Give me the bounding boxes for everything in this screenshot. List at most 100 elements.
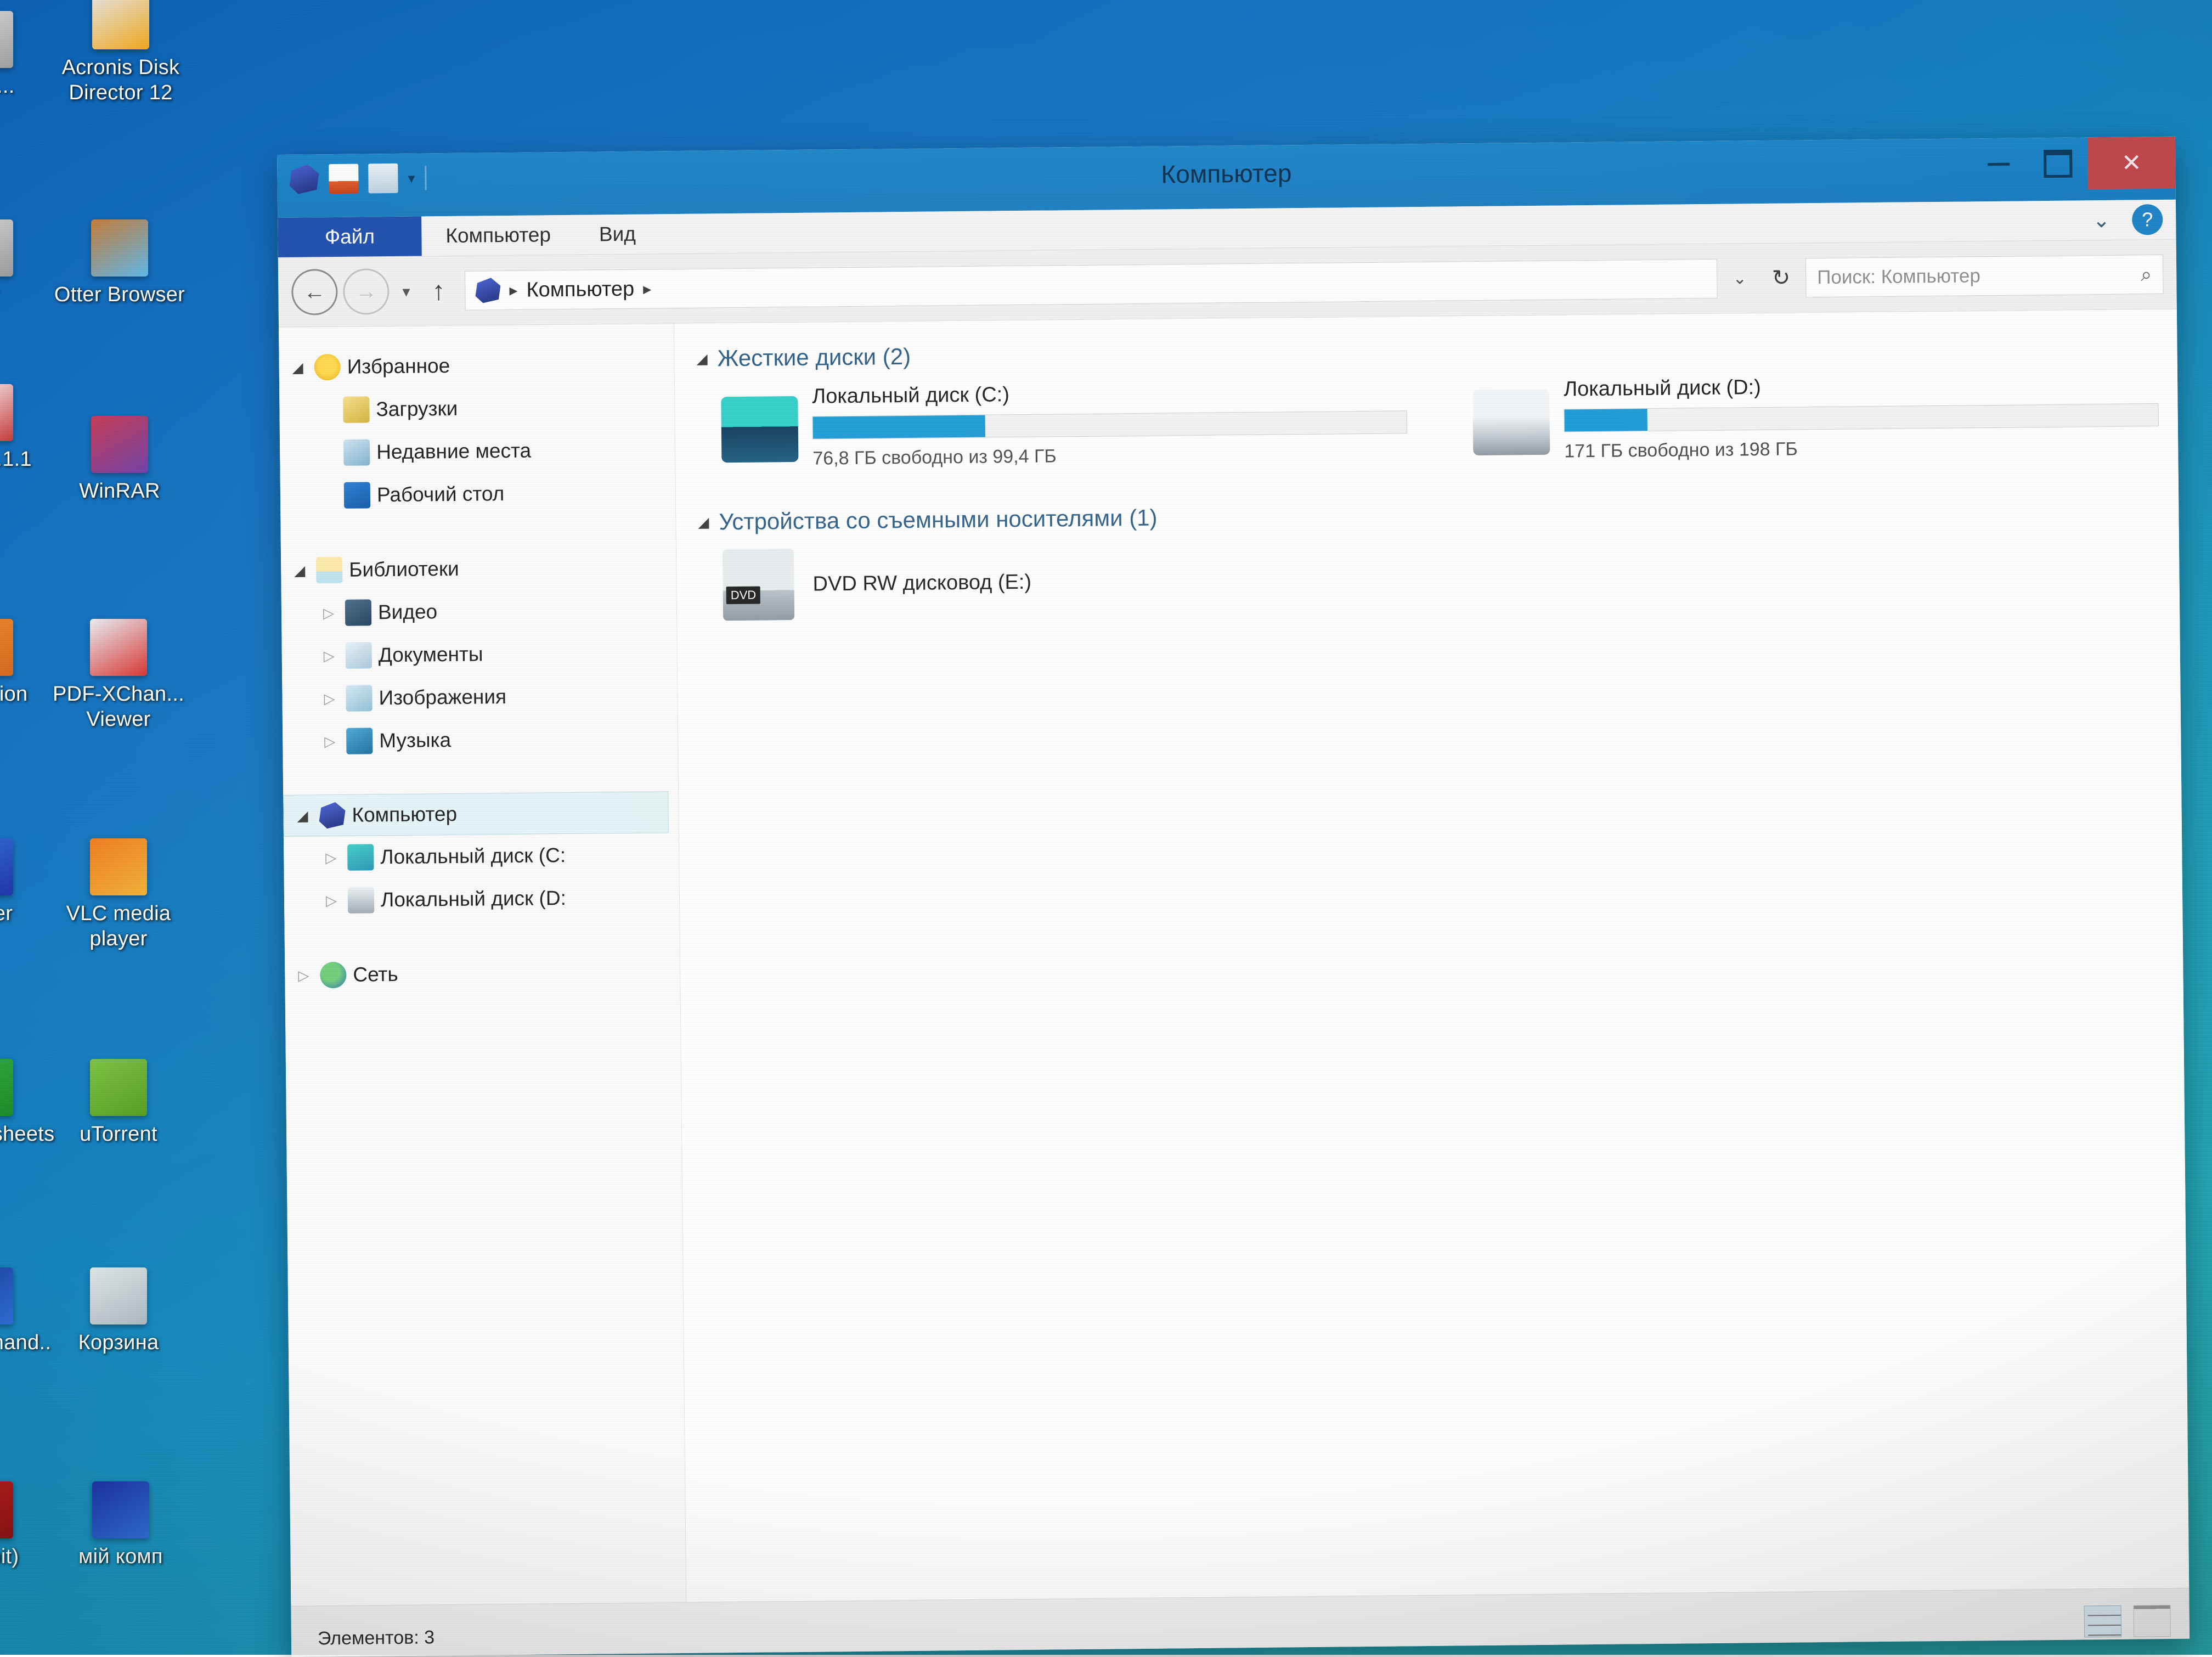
desktop-icon[interactable]: PS tation	[0, 619, 67, 707]
chevron-right-icon[interactable]: ▷	[319, 647, 339, 664]
back-button[interactable]: ←	[291, 269, 338, 315]
network-icon	[320, 962, 346, 988]
recent-locations-dropdown[interactable]: ▾	[394, 282, 417, 300]
sidebar-item-label: Документы	[379, 642, 483, 667]
chevron-right-icon[interactable]: ▷	[319, 690, 339, 707]
search-input[interactable]: Поиск: Компьютер ⌕	[1805, 255, 2164, 297]
video-library-icon	[345, 599, 371, 625]
dvd-drive-icon: DVD	[723, 549, 794, 621]
drive-item[interactable]: Локальный диск (C:) 76,8 ГБ свободно из 9…	[721, 379, 1407, 470]
desktop-icon-label: WPS adsheets	[0, 1121, 67, 1147]
help-icon[interactable]: ?	[2132, 204, 2163, 235]
chevron-right-icon[interactable]: ▷	[320, 732, 340, 749]
drive-free-space: 76,8 ГБ свободно из 99,4 ГБ	[812, 442, 1407, 469]
group-heading-label: Жесткие диски (2)	[717, 343, 911, 371]
desktop-icon-label: Writer	[0, 901, 67, 926]
sidebar-item-music-library-icon[interactable]: ▷ Музыка	[283, 717, 678, 763]
chevron-down-icon[interactable]: ◢	[696, 350, 707, 367]
chevron-down-icon[interactable]: ◢	[292, 807, 312, 824]
close-button[interactable]: ✕	[2087, 137, 2176, 190]
chevron-right-icon[interactable]: ▷	[321, 849, 341, 866]
explorer-window[interactable]: ▾ Компьютер ✕ Файл Компьютер Вид ⌄ ? ← →…	[277, 137, 2190, 1657]
clipped-icon-left-2	[0, 384, 13, 441]
clipped-icon-left-5	[0, 1059, 13, 1116]
refresh-icon[interactable]: ↻	[1762, 265, 1801, 291]
windows-drive-icon	[347, 844, 374, 870]
chevron-right-icon[interactable]: ▷	[321, 892, 341, 909]
up-button[interactable]: ↑	[423, 275, 454, 306]
dvd-badge-label: DVD	[726, 587, 761, 605]
sidebar-item-star-icon[interactable]: ◢ Избранное	[279, 342, 674, 389]
sidebar-item-label: Загрузки	[376, 397, 458, 421]
window-body: ◢ Избранное ▷ Загрузки ▷Недавние места▷Рабоч…	[279, 309, 2189, 1606]
sidebar-item-label: Избранное	[347, 354, 450, 379]
chevron-right-icon[interactable]: ▷	[294, 967, 313, 984]
minimize-icon	[1988, 163, 2010, 166]
acronis-icon	[92, 0, 149, 49]
navigation-pane[interactable]: ◢ Избранное ▷ Загрузки ▷Недавние места▷Рабоч…	[279, 324, 686, 1606]
desktop-icon[interactable]: Pro bit)	[0, 1481, 67, 1569]
sidebar-item-documents-library-icon[interactable]: ▷ Документы	[281, 631, 677, 678]
chevron-right-icon[interactable]: ▷	[319, 604, 338, 621]
sidebar-item-downloads-icon[interactable]: ▷ Загрузки	[279, 385, 675, 432]
sidebar-item-label: Изображения	[379, 685, 506, 709]
content-group-header[interactable]: ◢ Жесткие диски (2)	[696, 331, 2177, 372]
desktop-icon[interactable]: Total mmand..	[0, 1267, 67, 1355]
content-group-header[interactable]: ◢Устройства со съемными носителями (1)	[698, 495, 2179, 536]
chevron-right-icon[interactable]: ▷	[318, 487, 337, 504]
sidebar-item-pictures-library-icon[interactable]: ▷ Изображения	[282, 674, 678, 720]
sidebar-item-label: Музыка	[379, 729, 451, 752]
sidebar-item-desktop-icon[interactable]: ▷Рабочий стол	[280, 471, 676, 517]
content-pane[interactable]: ◢ Жесткие диски (2) Локальный диск (C:) 76,…	[674, 309, 2189, 1602]
details-view-icon[interactable]	[2084, 1605, 2122, 1638]
clipped-icon-left-0	[0, 11, 13, 68]
chevron-down-icon[interactable]: ◢	[290, 562, 309, 579]
drive-name: Локальный диск (D:)	[1564, 372, 2158, 401]
sidebar-item-network-icon[interactable]: ▷Сеть	[285, 950, 680, 997]
drive-item[interactable]: Локальный диск (D:)171 ГБ свободно из 19…	[1472, 372, 2159, 463]
sidebar-item-windows-drive-icon[interactable]: ▷Локальный диск (C:	[284, 833, 679, 880]
window-controls[interactable]: ✕	[1969, 137, 2176, 202]
device-name: DVD RW дисковод (E:)	[812, 570, 1031, 596]
chevron-down-icon[interactable]: ⌄	[2092, 207, 2110, 232]
sidebar-item-computer-icon[interactable]: ◢Компьютер	[283, 791, 669, 837]
address-history-dropdown[interactable]: ⌄	[1723, 269, 1756, 289]
large-icons-view-icon[interactable]	[2134, 1605, 2171, 1637]
star-icon	[314, 354, 340, 380]
desktop-icon[interactable]: T on...	[0, 11, 67, 99]
forward-button[interactable]: →	[343, 268, 390, 315]
chevron-down-icon[interactable]: ◢	[288, 359, 308, 376]
desktop-icon-label: Sync...1.1	[0, 447, 67, 472]
desktop-icon[interactable]: зer	[0, 219, 67, 307]
tab-file[interactable]: Файл	[278, 216, 422, 257]
sidebar-item-libraries-icon[interactable]: ◢Библиотеки	[281, 545, 676, 592]
removable-device-item[interactable]: DVD DVD RW дисковод (E:)	[698, 536, 2180, 621]
sidebar-group-spacer	[283, 759, 679, 795]
drive-name: Локальный диск (C:)	[812, 379, 1407, 408]
clipped-icon-left-4	[0, 838, 13, 895]
sidebar-item-video-library-icon[interactable]: ▷Видео	[281, 588, 677, 635]
pictures-library-icon	[346, 685, 372, 711]
desktop-icon[interactable]: WPS adsheets	[0, 1059, 67, 1147]
chevron-down-icon[interactable]: ◢	[698, 514, 709, 531]
minimize-button[interactable]	[1969, 138, 2029, 190]
tab-computer[interactable]: Компьютер	[421, 215, 575, 256]
computer-icon	[475, 278, 500, 303]
winrar-icon	[91, 416, 148, 473]
sidebar-item-hard-drive-icon[interactable]: ▷Локальный диск (D:	[284, 876, 680, 922]
sidebar-item-recent-places-icon[interactable]: ▷Недавние места	[280, 428, 675, 475]
chevron-right-icon[interactable]: ▷	[317, 444, 337, 461]
documents-library-icon	[346, 642, 372, 668]
breadcrumb-separator: ▸	[509, 280, 517, 300]
desktop-icon[interactable]: Writer	[0, 838, 67, 926]
maximize-button[interactable]	[2028, 137, 2088, 190]
desktop-icon[interactable]: Sync...1.1	[0, 384, 67, 472]
breadcrumb-item-computer[interactable]: Компьютер	[526, 277, 634, 302]
downloads-icon	[343, 396, 369, 422]
tab-view[interactable]: Вид	[575, 214, 661, 254]
chevron-right-icon[interactable]: ▷	[317, 401, 336, 418]
vlc-media-player-icon	[90, 838, 147, 895]
breadcrumb[interactable]: ▸ Компьютер ▸	[465, 259, 1718, 311]
breadcrumb-separator-end[interactable]: ▸	[643, 279, 651, 298]
view-mode-buttons[interactable]	[2084, 1605, 2171, 1638]
